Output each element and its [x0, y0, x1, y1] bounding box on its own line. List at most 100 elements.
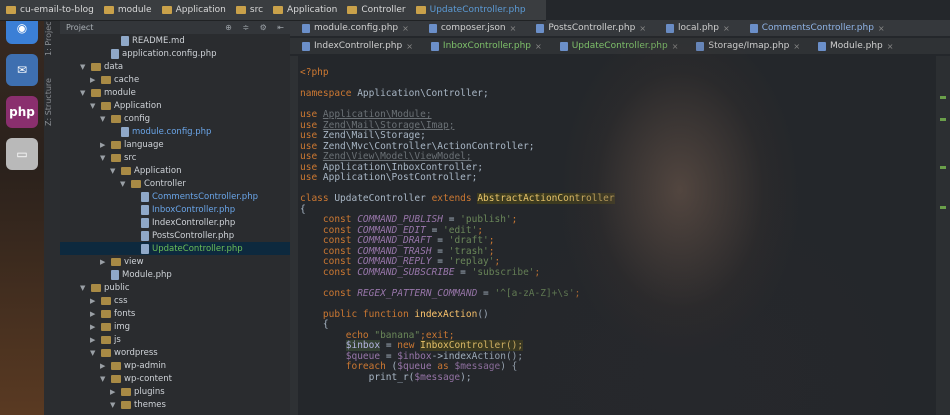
close-icon[interactable]: × [402, 24, 409, 33]
close-icon[interactable]: × [887, 42, 894, 51]
close-icon[interactable]: × [723, 24, 730, 33]
tree-folder-item[interactable]: ▶ view [100, 255, 144, 268]
tree-folder-item[interactable]: ▼ src [100, 151, 136, 164]
code-line[interactable]: class UpdateController extends AbstractA… [300, 193, 940, 205]
tree-file-item[interactable]: InboxController.php [130, 203, 235, 216]
chevron-down-icon[interactable]: ▼ [80, 284, 88, 292]
thunderbird-icon[interactable]: ✉ [6, 54, 38, 86]
project-panel-title[interactable]: Project [66, 23, 93, 32]
chevron-right-icon[interactable]: ▶ [90, 297, 98, 305]
close-icon[interactable]: × [878, 24, 885, 33]
chevron-down-icon[interactable]: ▼ [90, 102, 98, 110]
code-line[interactable]: const COMMAND_SUBSCRIBE = 'subscribe'; [300, 267, 940, 279]
tree-folder-item[interactable]: ▼ module [80, 86, 136, 99]
editor-tab[interactable]: UpdateController.php × [559, 41, 679, 51]
code-line[interactable]: const REGEX_PATTERN_COMMAND = '^[a-zA-Z]… [300, 288, 940, 300]
tree-folder-item[interactable]: ▼ public [80, 281, 130, 294]
error-stripe[interactable] [936, 56, 950, 415]
stripe-mark[interactable] [940, 118, 946, 121]
breadcrumb-item[interactable]: src [235, 5, 263, 15]
code-token: COMMAND_REPLY [357, 256, 432, 267]
breadcrumb-item[interactable]: UpdateController.php [415, 5, 526, 15]
tree-folder-item[interactable]: ▼ wordpress [90, 346, 158, 359]
chevron-right-icon[interactable]: ▶ [90, 336, 98, 344]
tree-folder-item[interactable]: ▼ data [80, 60, 123, 73]
tree-folder-item[interactable]: ▶ wp-admin [100, 359, 166, 372]
chevron-right-icon[interactable]: ▶ [100, 258, 108, 266]
tree-file-item[interactable]: application.config.php [100, 47, 216, 60]
close-icon[interactable]: × [510, 24, 517, 33]
close-icon[interactable]: × [406, 42, 413, 51]
chevron-right-icon[interactable]: ▶ [90, 310, 98, 318]
code-line[interactable]: <?php [300, 67, 940, 79]
project-tool-button[interactable]: 1: Project [44, 18, 53, 56]
code-content[interactable]: <?php namespace Application\Controller; us… [300, 67, 940, 384]
chevron-down-icon[interactable]: ▼ [110, 401, 118, 409]
stripe-mark[interactable] [940, 166, 946, 169]
editor-tab-label: local.php [678, 23, 719, 33]
chevron-down-icon[interactable]: ▼ [100, 154, 108, 162]
close-icon[interactable]: × [535, 42, 542, 51]
breadcrumb-item[interactable]: module [103, 5, 152, 15]
tree-folder-item[interactable]: ▶ css [90, 294, 128, 307]
code-line[interactable]: namespace Application\Controller; [300, 88, 940, 100]
tree-file-item[interactable]: IndexController.php [130, 216, 235, 229]
code-editor[interactable]: module.config.php × composer.json × PostsCon… [290, 0, 950, 415]
stripe-mark[interactable] [940, 206, 946, 209]
tree-folder-item[interactable]: ▼ wp-content [100, 372, 172, 385]
editor-tab[interactable]: module.config.php × [302, 23, 409, 33]
chevron-right-icon[interactable]: ▶ [110, 388, 118, 396]
structure-tool-button[interactable]: Z: Structure [44, 78, 53, 126]
chevron-down-icon[interactable]: ▼ [80, 63, 88, 71]
editor-tab[interactable]: local.php × [666, 23, 730, 33]
chevron-right-icon[interactable]: ▶ [90, 76, 98, 84]
editor-tab[interactable]: IndexController.php × [302, 41, 413, 51]
breadcrumb-item[interactable]: cu-email-to-blog [6, 5, 94, 15]
tree-folder-item[interactable]: ▼ Application [110, 164, 182, 177]
chevron-down-icon[interactable]: ▼ [90, 349, 98, 357]
code-line[interactable]: public function indexAction() [300, 309, 940, 321]
tree-folder-item[interactable]: ▼ Controller [120, 177, 186, 190]
close-icon[interactable]: × [793, 42, 800, 51]
tree-file-item[interactable]: PostsController.php [130, 229, 234, 242]
editor-tab[interactable]: CommentsController.php × [749, 23, 885, 33]
chevron-right-icon[interactable]: ▶ [100, 141, 108, 149]
editor-tab[interactable]: composer.json × [428, 23, 517, 33]
chevron-down-icon[interactable]: ▼ [110, 167, 118, 175]
tree-folder-item[interactable]: ▶ fonts [90, 307, 135, 320]
editor-tab[interactable]: PostsController.php × [536, 23, 646, 33]
breadcrumb-item[interactable]: Application [273, 5, 337, 15]
chevron-down-icon[interactable]: ▼ [100, 115, 108, 123]
breadcrumb-item[interactable]: Controller [347, 5, 406, 15]
tree-folder-item[interactable]: ▼ config [100, 112, 150, 125]
tree-folder-item[interactable]: ▶ plugins [110, 385, 165, 398]
code-line[interactable]: print_r($message); [300, 372, 940, 384]
tree-file-item[interactable]: CommentsController.php [130, 190, 258, 203]
phpstorm-icon[interactable]: php [6, 96, 38, 128]
chevron-down-icon[interactable]: ▼ [100, 375, 108, 383]
editor-tab[interactable]: Storage/Imap.php × [696, 41, 800, 51]
close-icon[interactable]: × [672, 42, 679, 51]
drive-icon[interactable]: ▭ [6, 138, 38, 170]
tree-folder-item[interactable]: ▶ js [90, 333, 121, 346]
editor-tab[interactable]: InboxController.php × [430, 41, 542, 51]
chevron-down-icon[interactable]: ▼ [80, 89, 88, 97]
tree-item-label: wordpress [114, 347, 158, 358]
code-line[interactable]: use Application\PostController; [300, 172, 940, 184]
editor-tab[interactable]: Module.php × [818, 41, 893, 51]
stripe-mark[interactable] [940, 96, 946, 99]
close-icon[interactable]: × [639, 24, 646, 33]
tree-folder-item[interactable]: ▶ language [100, 138, 164, 151]
project-panel-tools[interactable]: ⊕ ≑ ⚙ ⇤ [225, 23, 288, 32]
tree-folder-item[interactable]: ▼ Application [90, 99, 162, 112]
tree-folder-item[interactable]: ▼ themes [110, 398, 166, 411]
tree-file-item[interactable]: README.md [110, 34, 185, 47]
chevron-right-icon[interactable]: ▶ [100, 362, 108, 370]
tree-file-item[interactable]: module.config.php [110, 125, 211, 138]
breadcrumb-item[interactable]: Application [161, 5, 226, 15]
chevron-right-icon[interactable]: ▶ [90, 323, 98, 331]
tree-folder-item[interactable]: ▶ img [90, 320, 130, 333]
tree-folder-item[interactable]: ▶ cache [90, 73, 139, 86]
chevron-down-icon[interactable]: ▼ [120, 180, 128, 188]
tree-file-item[interactable]: Module.php [100, 268, 172, 281]
